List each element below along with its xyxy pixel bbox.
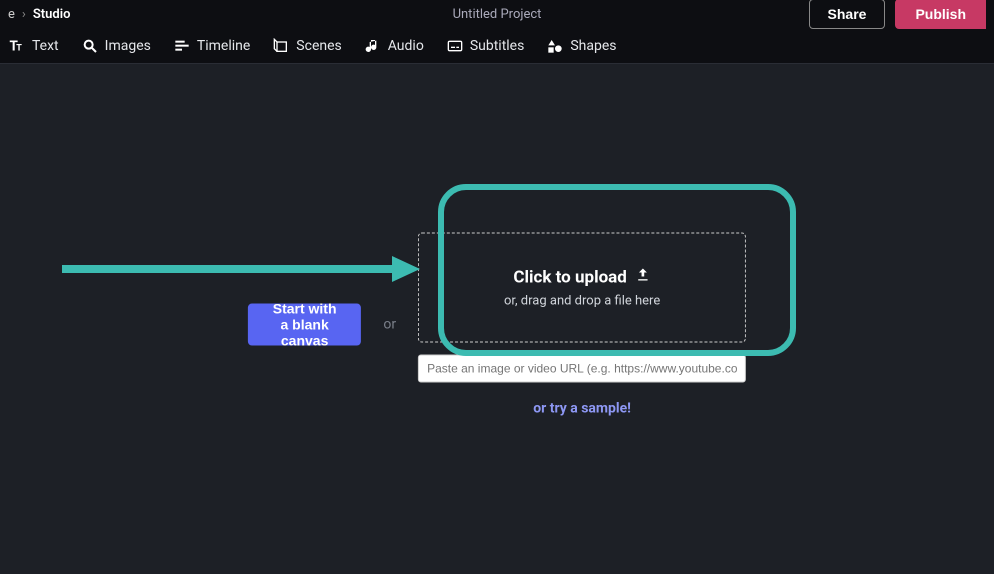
tool-timeline-label: Timeline bbox=[197, 38, 250, 54]
share-button[interactable]: Share bbox=[809, 0, 886, 29]
tool-scenes-label: Scenes bbox=[296, 38, 341, 54]
tool-timeline[interactable]: Timeline bbox=[173, 37, 250, 55]
tool-subtitles-label: Subtitles bbox=[470, 38, 525, 54]
blank-canvas-button[interactable]: Start with a blank canvas bbox=[248, 304, 361, 346]
text-icon: TT bbox=[8, 37, 26, 55]
start-options: Start with a blank canvas or Click to up… bbox=[248, 233, 746, 417]
tool-text[interactable]: TT Text bbox=[8, 37, 59, 55]
upload-dropzone[interactable]: Click to upload or, drag and drop a file… bbox=[418, 233, 746, 343]
tool-text-label: Text bbox=[32, 38, 59, 54]
titlebar: e › Studio Untitled Project Share Publis… bbox=[0, 0, 994, 28]
tool-audio[interactable]: Audio bbox=[364, 37, 424, 55]
or-separator: or bbox=[383, 317, 396, 333]
breadcrumb-item-current: Studio bbox=[33, 7, 71, 22]
tool-shapes-label: Shapes bbox=[570, 38, 616, 54]
scenes-icon bbox=[272, 37, 290, 55]
search-icon bbox=[81, 37, 99, 55]
tool-shapes[interactable]: Shapes bbox=[546, 37, 616, 55]
publish-button[interactable]: Publish bbox=[895, 0, 986, 29]
tool-images[interactable]: Images bbox=[81, 37, 151, 55]
breadcrumb[interactable]: e › Studio bbox=[8, 7, 70, 22]
tool-images-label: Images bbox=[105, 38, 151, 54]
tool-scenes[interactable]: Scenes bbox=[272, 37, 341, 55]
canvas-area: Start with a blank canvas or Click to up… bbox=[0, 64, 994, 574]
subtitles-icon bbox=[446, 37, 464, 55]
tool-subtitles[interactable]: Subtitles bbox=[446, 37, 525, 55]
upload-subtitle: or, drag and drop a file here bbox=[504, 294, 660, 309]
shapes-icon bbox=[546, 37, 564, 55]
upload-icon bbox=[635, 267, 651, 288]
toolbar: TT Text Images Timeline Scenes Audio Sub… bbox=[0, 28, 994, 64]
upload-title: Click to upload bbox=[513, 267, 626, 287]
url-input[interactable] bbox=[418, 355, 746, 383]
project-title[interactable]: Untitled Project bbox=[453, 7, 542, 22]
try-sample-link[interactable]: or try a sample! bbox=[418, 401, 746, 417]
chevron-right-icon: › bbox=[22, 7, 26, 22]
svg-text:T: T bbox=[16, 43, 22, 53]
audio-icon bbox=[364, 37, 382, 55]
upload-card: Click to upload or, drag and drop a file… bbox=[418, 233, 746, 417]
tool-audio-label: Audio bbox=[388, 38, 424, 54]
upload-title-row: Click to upload bbox=[513, 267, 650, 288]
breadcrumb-item-prev[interactable]: e bbox=[8, 7, 15, 22]
titlebar-actions: Share Publish bbox=[809, 0, 986, 29]
timeline-icon bbox=[173, 37, 191, 55]
